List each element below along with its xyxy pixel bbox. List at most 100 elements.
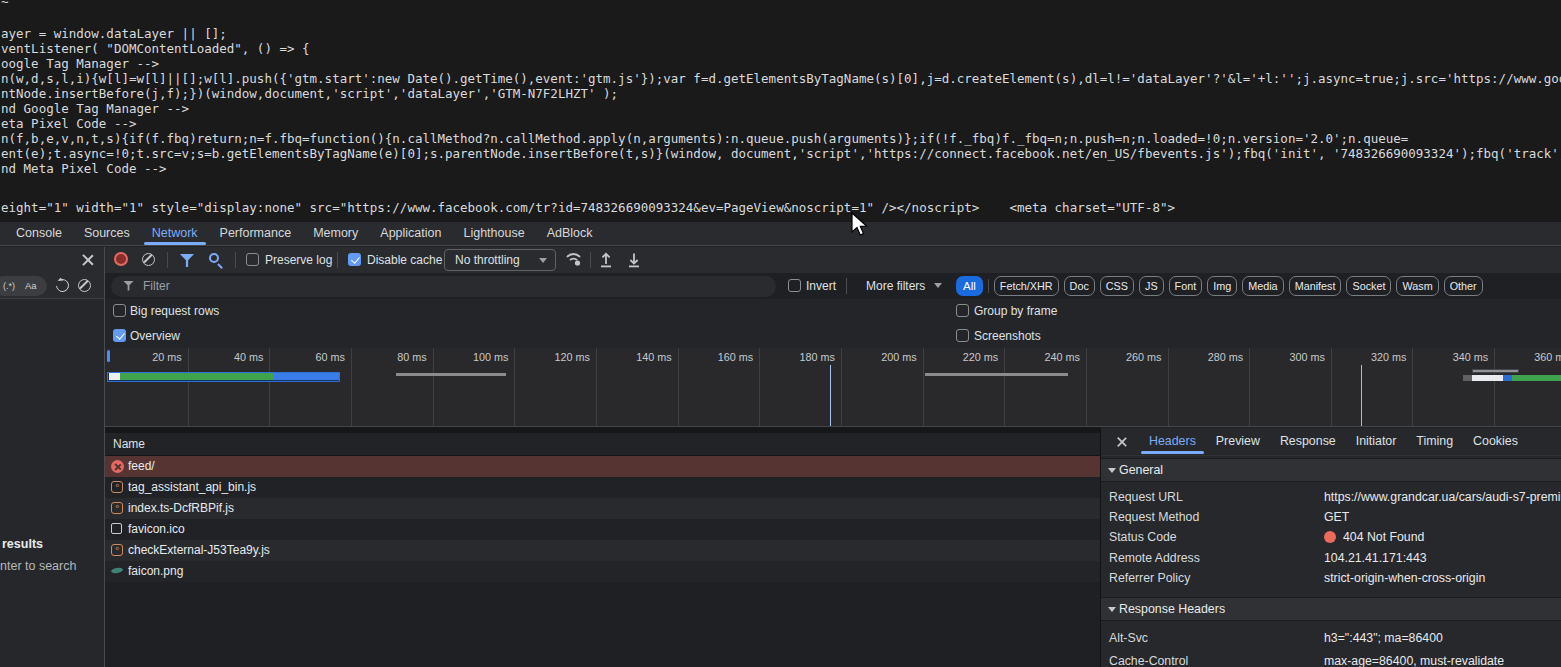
tab-console[interactable]: Console bbox=[14, 222, 64, 245]
header-row: Cache-Control max-age=86400, must-revali… bbox=[1101, 651, 1561, 667]
throttling-select[interactable]: No throttling bbox=[444, 249, 556, 271]
chip-img[interactable]: Img bbox=[1207, 276, 1237, 296]
chip-fetch-xhr[interactable]: Fetch/XHR bbox=[994, 276, 1059, 296]
tab-network[interactable]: Network bbox=[150, 222, 200, 245]
chevron-down-icon bbox=[539, 258, 547, 267]
code-line: n(w,d,s,l,i){w[l]=w[l]||[];w[l].push({'g… bbox=[1, 71, 1561, 86]
filter-input[interactable]: Filter bbox=[111, 276, 776, 297]
chip-doc[interactable]: Doc bbox=[1064, 276, 1095, 296]
code-fragment: ~ bbox=[1, 0, 9, 9]
regex-icon[interactable]: (.*) bbox=[3, 281, 15, 291]
tab-adblock[interactable]: AdBlock bbox=[545, 222, 595, 245]
timeline-ruler-label: 340 ms bbox=[1428, 351, 1488, 363]
section-general[interactable]: General bbox=[1101, 458, 1561, 482]
filter-icon[interactable] bbox=[180, 254, 194, 267]
timeline-request-bar bbox=[1512, 375, 1561, 381]
screenshots-checkbox[interactable] bbox=[956, 329, 969, 342]
timeline-ruler-label: 160 ms bbox=[693, 351, 753, 363]
table-row[interactable]: ‹› tag_assistant_api_bin.js bbox=[105, 477, 1100, 498]
timeline-request-bar bbox=[396, 373, 506, 376]
chip-all[interactable]: All bbox=[956, 276, 983, 296]
timeline-gridline bbox=[923, 348, 924, 426]
dcl-event-line bbox=[830, 365, 832, 427]
big-request-rows-checkbox[interactable] bbox=[113, 304, 126, 317]
script-icon: ‹› bbox=[111, 502, 123, 514]
invert-label: Invert bbox=[806, 279, 836, 293]
invert-checkbox[interactable] bbox=[788, 279, 801, 292]
clear-search-icon[interactable] bbox=[78, 279, 91, 292]
timeline-gridline bbox=[1086, 348, 1087, 426]
tab-headers[interactable]: Headers bbox=[1149, 428, 1196, 455]
tab-cookies[interactable]: Cookies bbox=[1473, 428, 1518, 455]
import-har-icon[interactable] bbox=[598, 251, 614, 272]
clear-icon[interactable] bbox=[142, 253, 155, 266]
table-row[interactable]: favicon.ico bbox=[105, 519, 1100, 540]
timeline-gridline bbox=[1168, 348, 1169, 426]
search-pane: (.*) Aa results nter to search bbox=[0, 247, 105, 667]
disable-cache-checkbox[interactable] bbox=[348, 253, 361, 266]
group-by-frame-label: Group by frame bbox=[974, 304, 1057, 318]
chip-other[interactable]: Other bbox=[1444, 276, 1483, 296]
network-overview-timeline[interactable]: 20 ms40 ms60 ms80 ms100 ms120 ms140 ms16… bbox=[105, 348, 1561, 427]
chip-js[interactable]: JS bbox=[1139, 276, 1164, 296]
tab-lighthouse[interactable]: Lighthouse bbox=[461, 222, 526, 245]
record-icon[interactable] bbox=[114, 252, 128, 266]
refresh-icon[interactable] bbox=[56, 279, 69, 292]
header-row: Remote Address 104.21.41.171:443 bbox=[1101, 548, 1561, 568]
chip-socket[interactable]: Socket bbox=[1346, 276, 1391, 296]
chip-css[interactable]: CSS bbox=[1100, 276, 1134, 296]
search-icon[interactable] bbox=[209, 253, 219, 263]
devtools-panel: Console Sources Network Performance Memo… bbox=[0, 222, 1561, 667]
chip-font[interactable]: Font bbox=[1169, 276, 1203, 296]
table-row[interactable]: ‹› index.ts-DcfRBPif.js bbox=[105, 498, 1100, 519]
tab-application[interactable]: Application bbox=[378, 222, 443, 245]
table-row[interactable]: ‹› checkExternal-J53Tea9y.js bbox=[105, 540, 1100, 561]
more-filters-button[interactable]: More filters bbox=[866, 279, 925, 293]
close-icon[interactable] bbox=[81, 253, 95, 267]
table-row[interactable]: feed/ bbox=[105, 456, 1100, 477]
timeline-ruler-label: 280 ms bbox=[1183, 351, 1243, 363]
chip-media[interactable]: Media bbox=[1242, 276, 1283, 296]
close-icon[interactable] bbox=[1116, 436, 1128, 448]
timeline-request-bar bbox=[925, 373, 1068, 376]
chip-wasm[interactable]: Wasm bbox=[1396, 276, 1438, 296]
table-row[interactable]: faicon.png bbox=[105, 561, 1100, 582]
header-row: Status Code 404 Not Found bbox=[1101, 527, 1561, 547]
network-toolbar: Preserve log Disable cache No throttling bbox=[105, 247, 1561, 273]
preserve-log-checkbox[interactable] bbox=[246, 253, 259, 266]
tab-response[interactable]: Response bbox=[1280, 428, 1336, 455]
script-icon: ‹› bbox=[111, 544, 123, 556]
code-line: ent(e);t.async=!0;t.src=v;s=b.getElement… bbox=[1, 146, 1561, 161]
timeline-ruler-label: 40 ms bbox=[203, 351, 263, 363]
timeline-gridline bbox=[841, 348, 842, 426]
search-input[interactable]: (.*) Aa bbox=[0, 276, 47, 296]
mouse-cursor bbox=[849, 212, 869, 238]
section-response-headers[interactable]: Response Headers bbox=[1101, 597, 1561, 621]
table-header-name[interactable]: Name bbox=[105, 433, 1100, 456]
triangle-collapse-icon bbox=[1108, 468, 1116, 477]
file-icon bbox=[111, 523, 122, 534]
chevron-down-icon bbox=[934, 283, 942, 292]
timeline-request-bar bbox=[1503, 375, 1512, 381]
tab-performance[interactable]: Performance bbox=[218, 222, 294, 245]
export-har-icon[interactable] bbox=[626, 251, 642, 272]
match-case-icon[interactable]: Aa bbox=[25, 280, 37, 291]
tab-timing[interactable]: Timing bbox=[1416, 428, 1453, 455]
timeline-ruler-label: 260 ms bbox=[1102, 351, 1162, 363]
chip-manifest[interactable]: Manifest bbox=[1289, 276, 1342, 296]
image-icon bbox=[111, 565, 123, 573]
group-by-frame-checkbox[interactable] bbox=[956, 304, 969, 317]
header-row: Request URL https://www.grandcar.ua/cars… bbox=[1101, 487, 1561, 507]
tab-sources[interactable]: Sources bbox=[82, 222, 132, 245]
code-line: ayer = window.dataLayer || []; bbox=[1, 26, 227, 41]
timeline-ruler-label: 220 ms bbox=[938, 351, 998, 363]
tab-memory[interactable]: Memory bbox=[311, 222, 360, 245]
timeline-request-bar bbox=[1472, 369, 1519, 374]
tab-preview[interactable]: Preview bbox=[1216, 428, 1260, 455]
tab-initiator[interactable]: Initiator bbox=[1356, 428, 1397, 455]
overview-checkbox[interactable] bbox=[113, 329, 126, 342]
network-conditions-icon[interactable] bbox=[565, 251, 585, 272]
timeline-ruler-label: 240 ms bbox=[1020, 351, 1080, 363]
header-row: Request Method GET bbox=[1101, 507, 1561, 527]
disable-cache-label: Disable cache bbox=[367, 253, 442, 267]
